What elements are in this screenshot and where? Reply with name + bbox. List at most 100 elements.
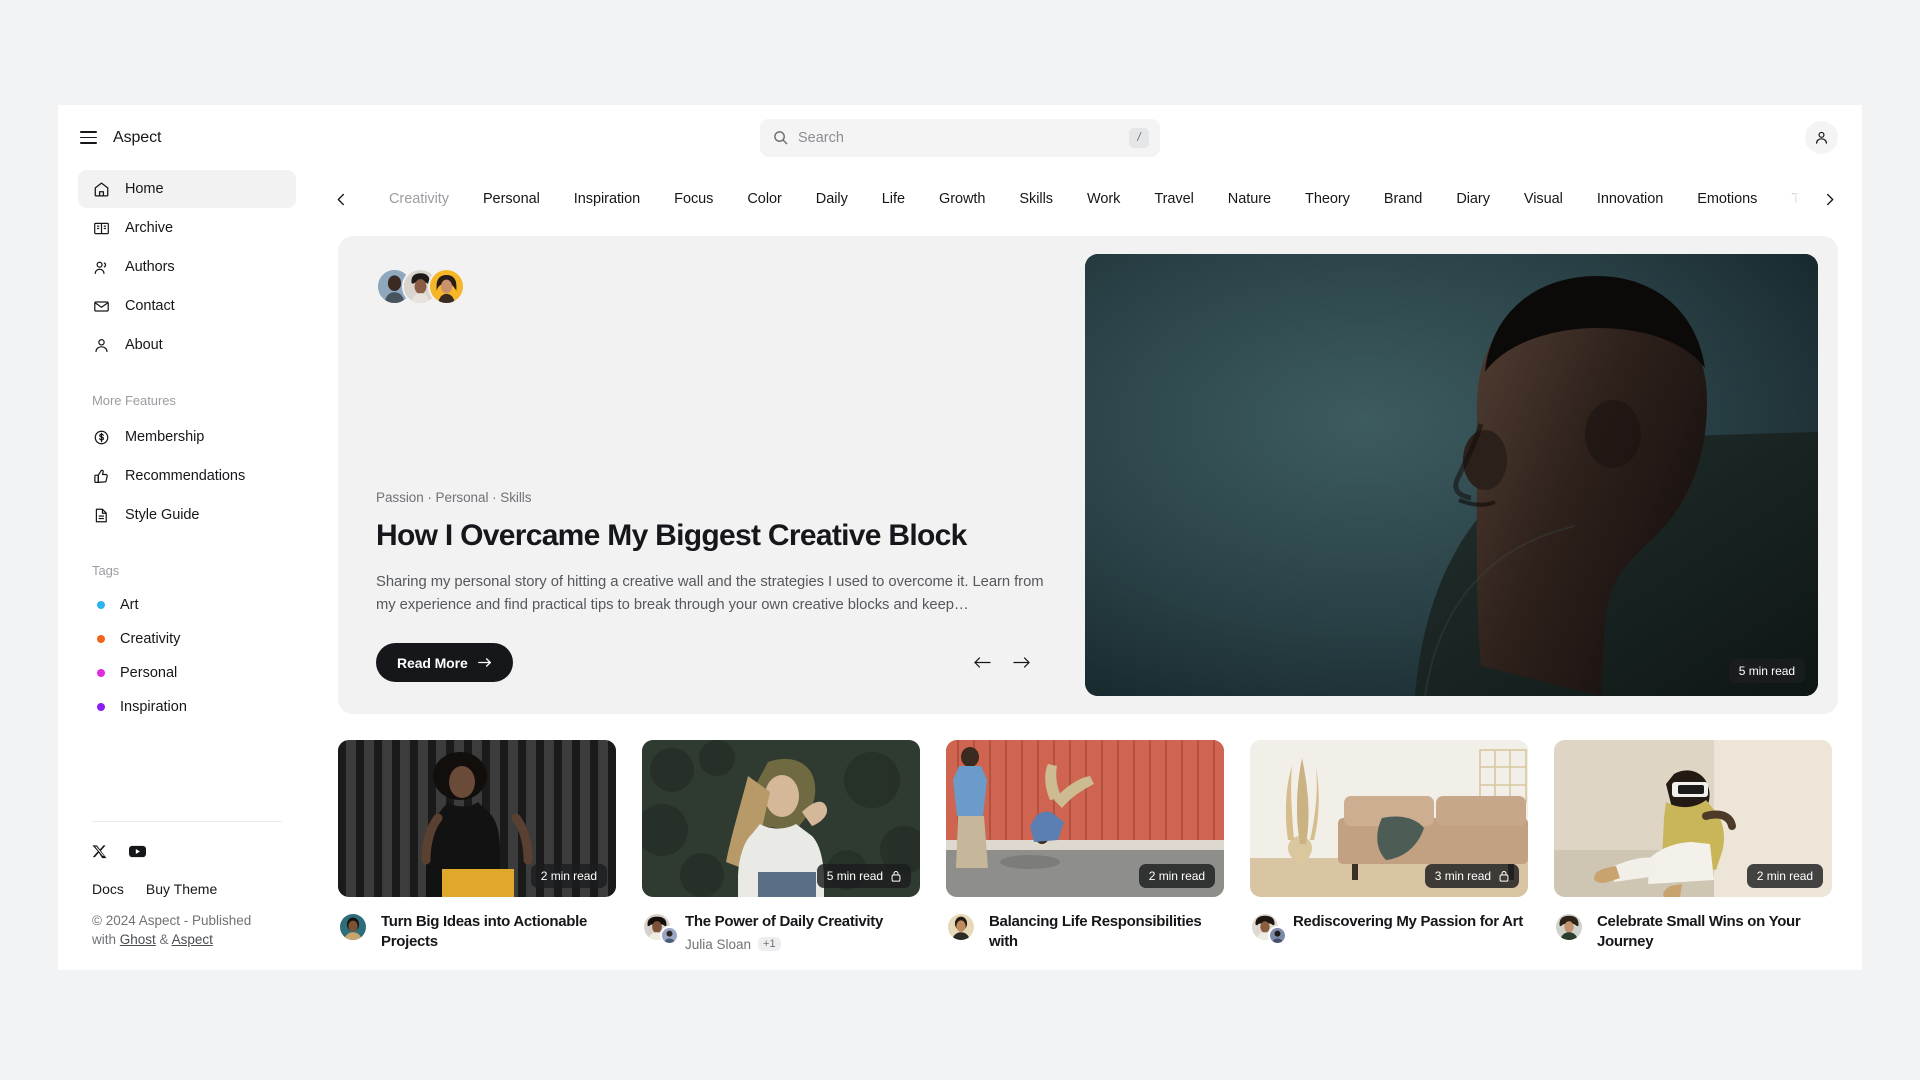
category-item[interactable]: Color (730, 191, 798, 207)
post-author-avatars[interactable] (946, 912, 976, 942)
avatar[interactable] (946, 912, 976, 942)
mail-icon (92, 297, 110, 315)
document-icon (92, 506, 110, 524)
sidebar: Home Archive Authors Contact About More … (58, 170, 316, 970)
avatar-secondary[interactable] (1268, 926, 1287, 945)
category-item[interactable]: Focus (657, 191, 730, 207)
avatar-secondary[interactable] (660, 926, 679, 945)
sidebar-tag-art[interactable]: Art (78, 588, 296, 622)
category-item[interactable]: Technology (1774, 191, 1816, 207)
category-item[interactable]: Daily (799, 191, 865, 207)
category-item[interactable]: Skills (1002, 191, 1070, 207)
category-item[interactable]: Visual (1507, 191, 1580, 207)
hero-actions: Read More (376, 643, 1048, 682)
hero-featured-post[interactable]: Passion · Personal · Skills How I Overca… (338, 236, 1838, 714)
carousel-next-arrow-icon[interactable] (1013, 656, 1030, 669)
category-bar: Creativity Personal Inspiration Focus Co… (316, 170, 1862, 228)
ghost-link[interactable]: Ghost (120, 932, 156, 947)
avatar[interactable] (338, 912, 368, 942)
category-item[interactable]: Nature (1211, 191, 1288, 207)
category-item[interactable]: Inspiration (557, 191, 657, 207)
sidebar-label: Contact (125, 298, 175, 314)
post-card-info: Celebrate Small Wins on Your Journey (1554, 912, 1832, 951)
category-next-button[interactable] (1816, 186, 1842, 212)
category-item[interactable]: Growth (922, 191, 1002, 207)
sidebar-item-archive[interactable]: Archive (78, 209, 296, 247)
post-card-text: Turn Big Ideas into Actionable Projects (381, 912, 616, 951)
category-item[interactable]: Emotions (1680, 191, 1774, 207)
category-item[interactable]: Creativity (372, 191, 466, 207)
post-card[interactable]: 2 min read (338, 740, 616, 952)
post-author-avatars[interactable] (338, 912, 368, 942)
post-card-text: Rediscovering My Passion for Art (1293, 912, 1528, 932)
avatar[interactable] (1554, 912, 1584, 942)
footer-link-buy-theme[interactable]: Buy Theme (146, 881, 217, 897)
post-card[interactable]: 3 min read Rediscovering My Passion for … (1250, 740, 1528, 952)
post-card[interactable]: 2 min read (946, 740, 1224, 952)
read-time: 2 min read (1148, 869, 1205, 883)
sidebar-item-recommendations[interactable]: Recommendations (78, 457, 296, 495)
account-button[interactable] (1805, 121, 1838, 154)
sidebar-item-about[interactable]: About (78, 326, 296, 364)
post-card-thumbnail[interactable]: 2 min read (1554, 740, 1832, 897)
post-title[interactable]: The Power of Daily Creativity (685, 912, 920, 932)
category-item[interactable]: Personal (466, 191, 557, 207)
post-title[interactable]: Turn Big Ideas into Actionable Projects (381, 912, 616, 951)
post-author-name: Julia Sloan (685, 936, 752, 952)
post-title[interactable]: Celebrate Small Wins on Your Journey (1597, 912, 1832, 951)
post-author-avatars[interactable] (642, 912, 679, 945)
post-card-thumbnail[interactable]: 5 min read (642, 740, 920, 897)
post-card-info: Turn Big Ideas into Actionable Projects (338, 912, 616, 951)
aspect-link[interactable]: Aspect (172, 932, 213, 947)
avatar[interactable] (428, 268, 465, 305)
x-twitter-icon[interactable] (92, 844, 107, 859)
app-window: Aspect / (58, 105, 1862, 970)
category-list[interactable]: Creativity Personal Inspiration Focus Co… (354, 191, 1816, 207)
hamburger-icon[interactable] (80, 131, 97, 144)
more-features-heading: More Features (92, 393, 176, 408)
post-title[interactable]: Balancing Life Responsibilities with (989, 912, 1224, 951)
sidebar-tag-personal[interactable]: Personal (78, 656, 296, 690)
search-input[interactable] (798, 129, 1119, 146)
home-icon (92, 180, 110, 198)
carousel-prev-arrow-icon[interactable] (974, 656, 991, 669)
post-card-thumbnail[interactable]: 2 min read (338, 740, 616, 897)
category-item[interactable]: Theory (1288, 191, 1367, 207)
search-box[interactable]: / (760, 118, 1160, 157)
brand-name: Aspect (113, 128, 162, 146)
post-author-avatars[interactable] (1554, 912, 1584, 942)
sidebar-footer: Docs Buy Theme © 2024 Aspect - Published… (78, 820, 296, 970)
category-item[interactable]: Life (865, 191, 922, 207)
category-item[interactable]: Brand (1367, 191, 1439, 207)
sidebar-tag-inspiration[interactable]: Inspiration (78, 690, 296, 724)
category-item[interactable]: Innovation (1580, 191, 1680, 207)
sidebar-item-membership[interactable]: Membership (78, 418, 296, 456)
youtube-icon[interactable] (129, 845, 146, 858)
post-card-thumbnail[interactable]: 3 min read (1250, 740, 1528, 897)
post-card[interactable]: 2 min read (1554, 740, 1832, 952)
sidebar-tag-creativity[interactable]: Creativity (78, 622, 296, 656)
thumbs-up-icon (92, 467, 110, 485)
post-card[interactable]: 5 min read The Power of Daily Creativity… (642, 740, 920, 952)
read-more-button[interactable]: Read More (376, 643, 513, 682)
sidebar-item-style-guide[interactable]: Style Guide (78, 496, 296, 534)
copyright-separator: & (155, 932, 172, 948)
footer-link-docs[interactable]: Docs (92, 881, 124, 897)
read-more-label: Read More (397, 654, 468, 671)
sidebar-item-contact[interactable]: Contact (78, 287, 296, 325)
category-prev-button[interactable] (328, 186, 354, 212)
sidebar-item-authors[interactable]: Authors (78, 248, 296, 286)
category-item[interactable]: Diary (1439, 191, 1507, 207)
post-author-avatars[interactable] (1250, 912, 1287, 945)
hero-author-avatars[interactable] (376, 268, 1048, 305)
category-item[interactable]: Travel (1137, 191, 1210, 207)
user-icon (1816, 131, 1827, 144)
category-item[interactable]: Work (1070, 191, 1137, 207)
read-time-badge: 2 min read (1138, 864, 1215, 888)
topbar-right (1602, 121, 1862, 154)
hero-image[interactable]: 5 min read (1085, 254, 1818, 696)
post-card-thumbnail[interactable]: 2 min read (946, 740, 1224, 897)
sidebar-label: Style Guide (125, 507, 200, 523)
post-title[interactable]: Rediscovering My Passion for Art (1293, 912, 1528, 932)
sidebar-item-home[interactable]: Home (78, 170, 296, 208)
